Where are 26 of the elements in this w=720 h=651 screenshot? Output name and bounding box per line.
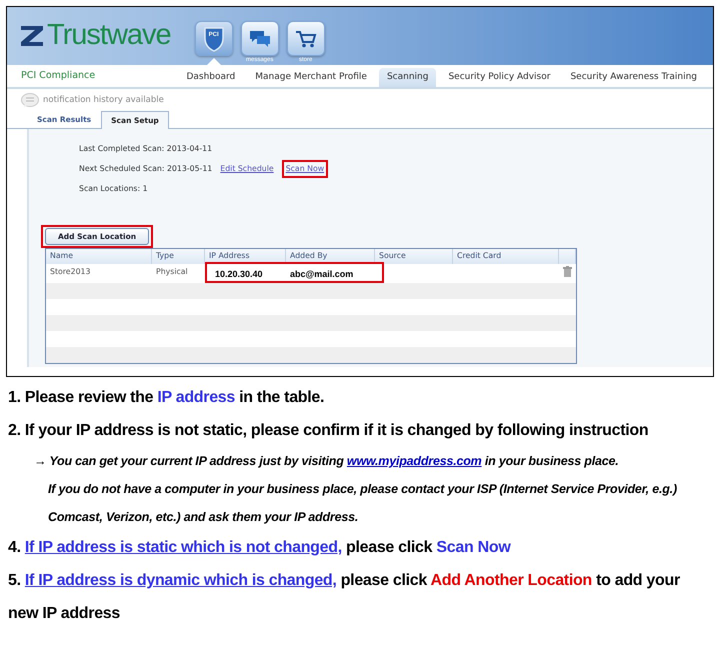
logo-mark-icon xyxy=(21,26,43,46)
notification-text: notification history available xyxy=(43,94,164,106)
nav-tab[interactable]: Dashboard xyxy=(178,68,244,87)
notification-icon xyxy=(21,92,39,108)
nav-tab[interactable]: Security Policy Advisor xyxy=(440,68,558,87)
pointer-icon xyxy=(206,58,221,65)
chat-icon xyxy=(248,30,271,48)
shield-icon xyxy=(202,26,225,52)
link[interactable]: If IP address is dynamic which is changed, xyxy=(24,572,337,589)
cart-icon xyxy=(294,30,317,48)
table-cell: abc@mail.com xyxy=(286,262,384,284)
instruction-step: 1. Please review the IP address in the table. xyxy=(8,381,720,414)
logo-wordmark: Trustwave xyxy=(47,18,171,54)
instruction-step: 2. If your IP address is not static, please confirm if it is changed by following instruction xyxy=(8,414,720,447)
link[interactable]: www.myipaddress.com xyxy=(346,454,482,468)
nav-tab[interactable]: Manage Merchant Profile xyxy=(247,68,375,87)
product-title: PCI Compliance xyxy=(21,68,96,83)
app-tile[interactable] xyxy=(286,21,325,56)
note-paragraph: → You can get your current IP address just by visiting www.myipaddress.com in your business place. If you do not have a computer in your business place, please contact your ISP (Internet Service Provider, e.g.) Comcast, Verizon, etc.) and ask them your IP address. xyxy=(33,453,678,526)
link[interactable]: If IP address is static which is not changed, xyxy=(24,539,342,556)
instruction-step: 4. If IP address is static which is not changed, please click Scan Now xyxy=(8,531,720,564)
app-tile[interactable] xyxy=(240,21,279,56)
trash-icon[interactable] xyxy=(563,266,572,278)
nav-tab[interactable]: Scanning xyxy=(378,68,436,87)
instruction-step: 5. If IP address is dynamic which is changed, please click Add Another Location to add your new IP address xyxy=(8,564,720,630)
nav-tab[interactable]: Security Awareness Training xyxy=(562,68,705,87)
